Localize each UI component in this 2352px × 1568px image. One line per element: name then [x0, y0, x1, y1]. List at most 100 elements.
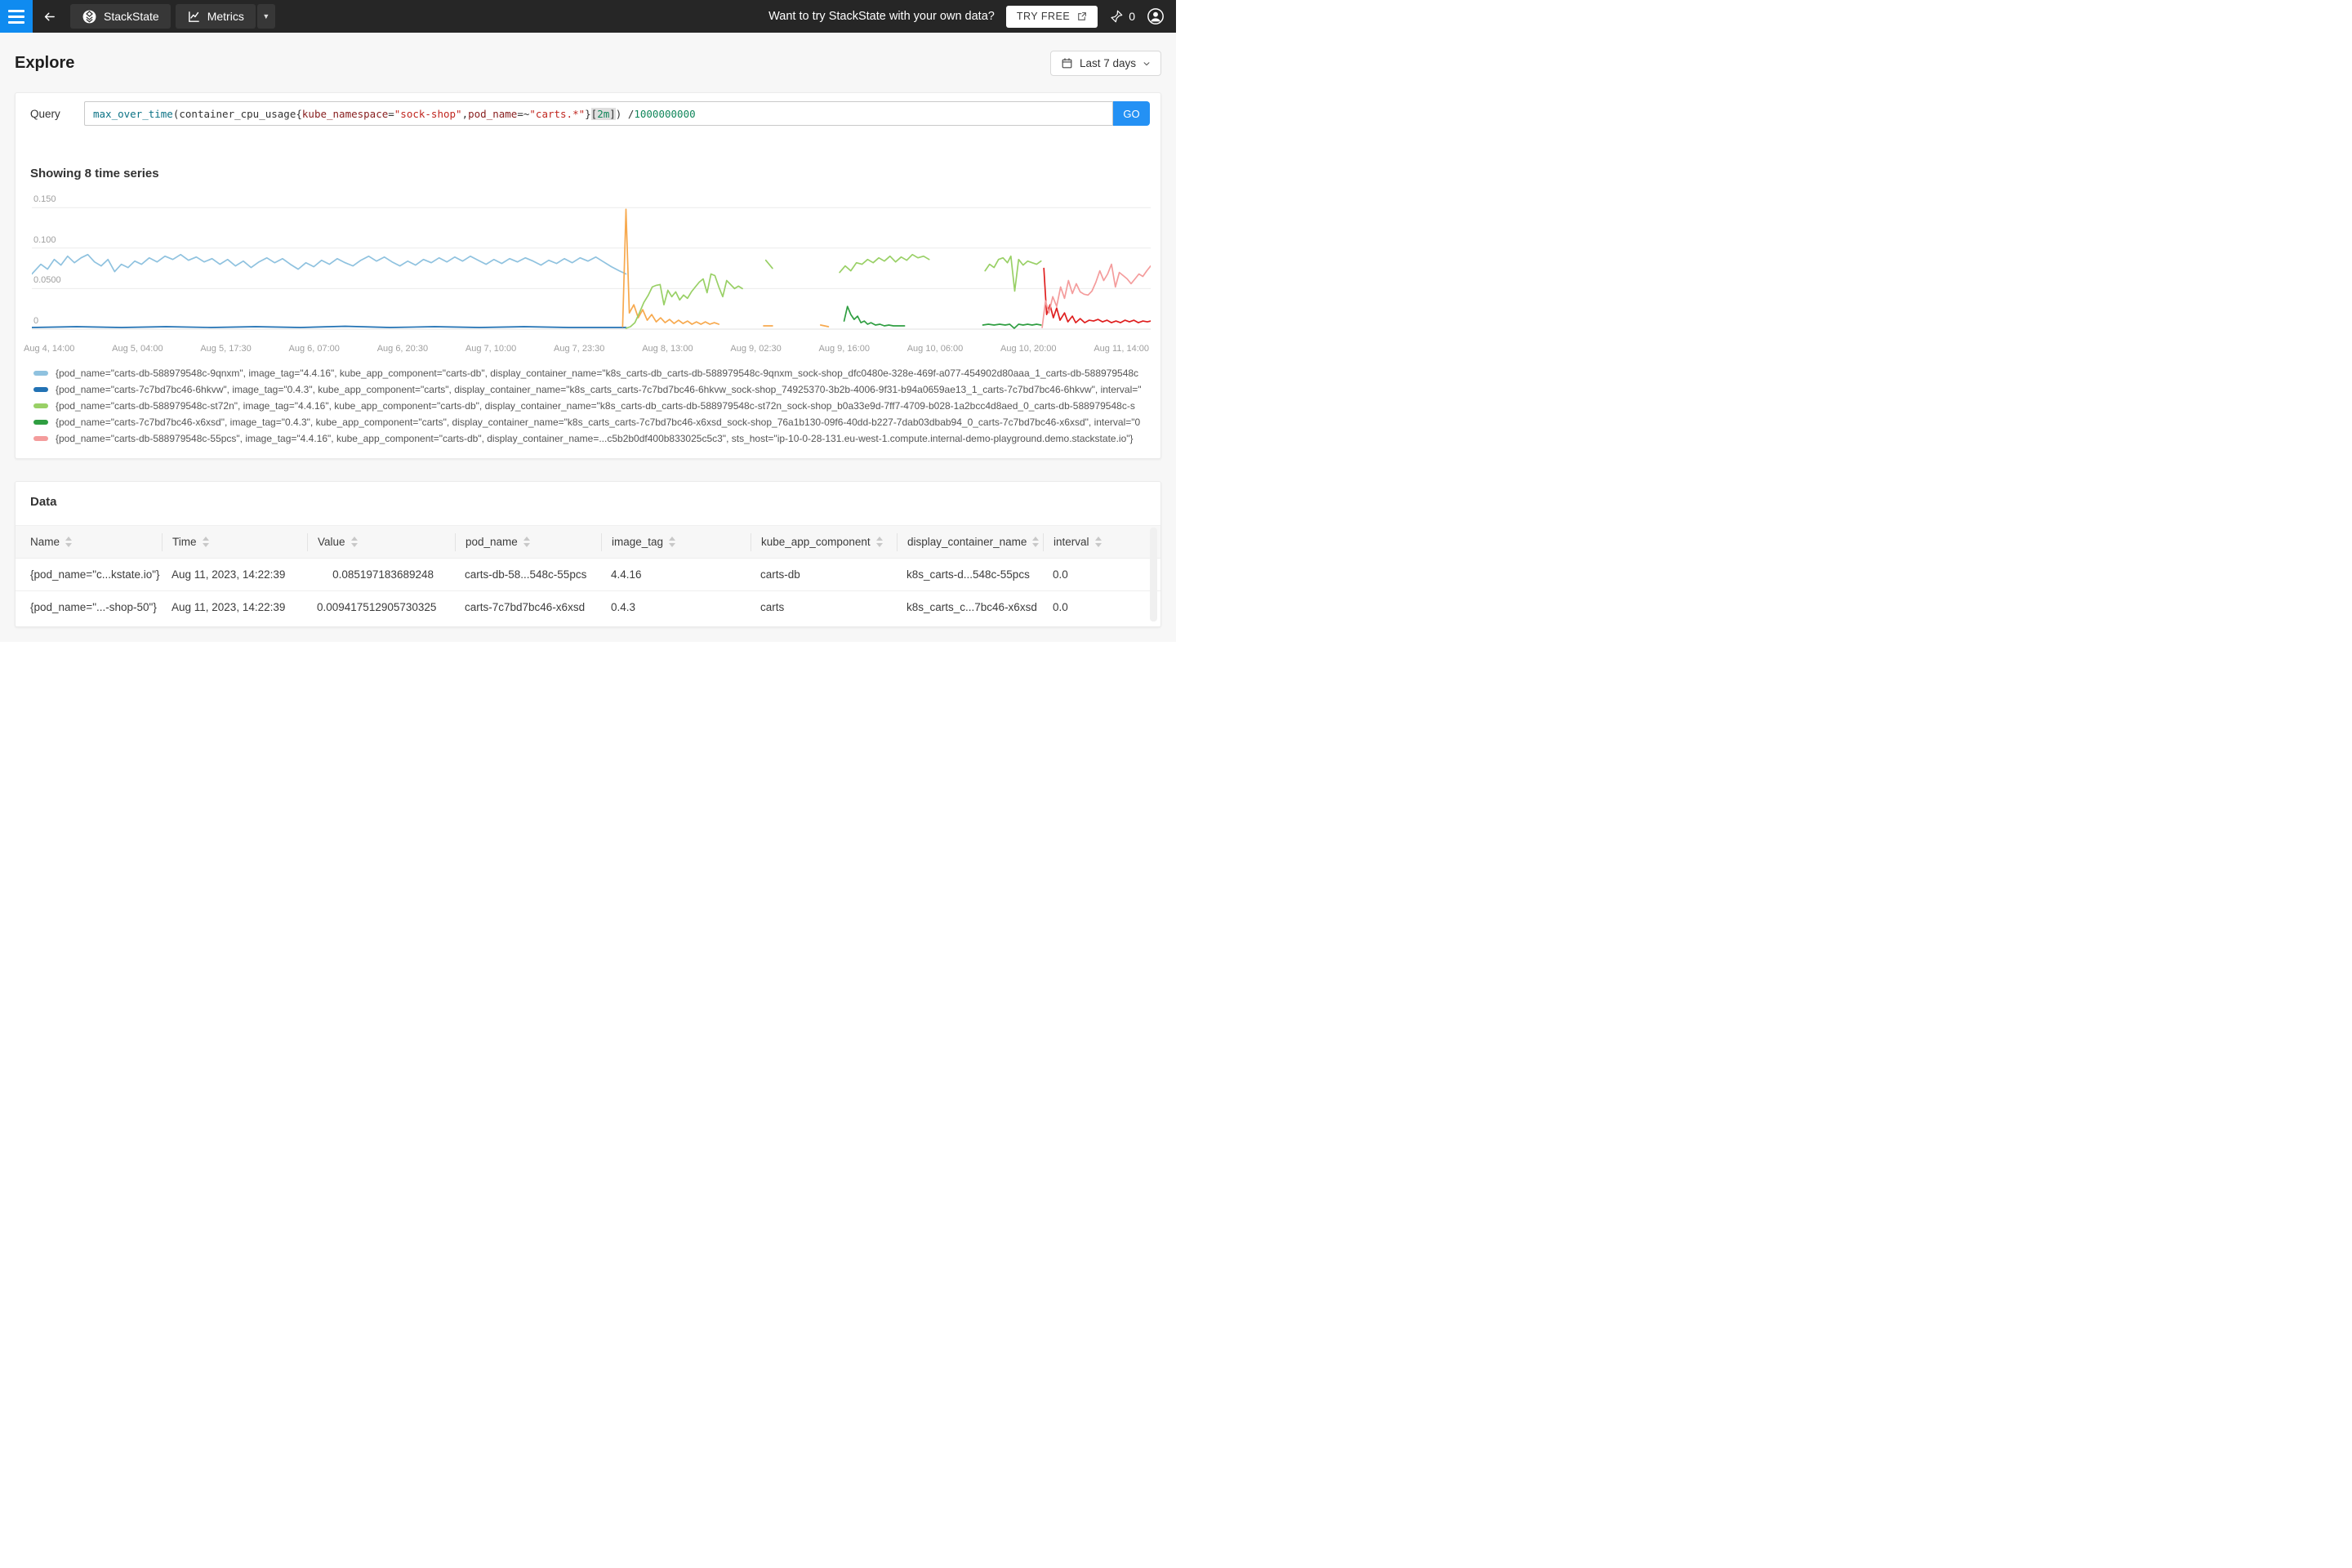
cell-value: 0.085197183689248 [332, 568, 434, 581]
series-line [31, 325, 627, 328]
table-row[interactable]: {pod_name="c...kstate.io"} Aug 11, 2023,… [16, 558, 1160, 590]
user-avatar-icon [1147, 8, 1164, 24]
x-tick-label: Aug 9, 16:00 [818, 344, 870, 354]
sort-icon [65, 537, 73, 547]
pinned-items-button[interactable]: 0 [1109, 9, 1135, 24]
content-area: Explore Last 7 days Query max_over_time(… [0, 33, 1176, 642]
column-header-value[interactable]: Value [307, 532, 455, 551]
series-line [764, 259, 773, 270]
query-token: ) / [615, 107, 635, 120]
x-tick-label: Aug 4, 14:00 [24, 344, 75, 354]
sort-icon [1032, 537, 1040, 547]
pin-count: 0 [1129, 10, 1135, 23]
column-header-time[interactable]: Time [162, 532, 307, 551]
data-table-card: Data Name Time Value pod_name image_tag [15, 481, 1161, 627]
sort-icon [350, 537, 358, 547]
query-token: "sock-shop" [394, 107, 462, 120]
tab-metrics[interactable]: Metrics [175, 4, 256, 29]
cell-interval: 0.0 [1053, 568, 1068, 581]
column-header-image-tag[interactable]: image_tag [601, 532, 751, 551]
data-heading: Data [30, 495, 57, 509]
query-input[interactable]: max_over_time (container_cpu_usage{kube_n… [84, 101, 1113, 126]
chevron-down-icon [1143, 61, 1150, 65]
time-range-selector[interactable]: Last 7 days [1049, 51, 1161, 76]
stackstate-logo-icon [82, 10, 96, 23]
x-tick-label: Aug 6, 20:30 [376, 344, 429, 354]
legend-item[interactable]: {pod_name="carts-db-588979548c-9qnxm", i… [33, 365, 1160, 381]
query-token: (container_cpu_usage{ [172, 107, 302, 120]
try-free-label: TRY FREE [1016, 11, 1071, 22]
table-row[interactable]: {pod_name="...-shop-50"} Aug 11, 2023, 1… [16, 590, 1160, 623]
query-token: , [461, 107, 469, 120]
query-label: Query [30, 107, 60, 120]
query-token: 2m [597, 107, 610, 120]
metrics-dropdown-caret[interactable]: ▼ [256, 4, 275, 29]
legend-item[interactable]: {pod_name="carts-db-588979548c-55pcs", i… [33, 430, 1160, 447]
legend-swatch [33, 436, 48, 441]
query-token: max_over_time [93, 107, 173, 120]
x-axis-ticks: Aug 4, 14:00 Aug 5, 04:00 Aug 5, 17:30 Aug … [24, 344, 1149, 354]
legend-item[interactable]: {pod_name="carts-7c7bd7bc46-6hkvw", imag… [33, 381, 1160, 398]
column-header-name[interactable]: Name [16, 533, 162, 551]
series-line [819, 324, 830, 327]
query-token: =~ [517, 107, 530, 120]
x-tick-label: Aug 6, 07:00 [288, 344, 340, 354]
x-tick-label: Aug 7, 10:00 [465, 344, 517, 354]
query-token: kube_namespace [301, 107, 389, 120]
legend-item[interactable]: {pod_name="carts-db-588979548c-st72n", i… [33, 398, 1160, 414]
legend-label: {pod_name="carts-7c7bd7bc46-x6xsd", imag… [56, 416, 1141, 428]
cell-kube-app-component: carts [760, 601, 785, 613]
app-switcher-stackstate[interactable]: StackState [70, 4, 171, 29]
series-line [843, 305, 906, 327]
cell-image-tag: 4.4.16 [611, 568, 642, 581]
cell-value: 0.009417512905730325 [317, 601, 437, 613]
pin-icon [1111, 10, 1123, 23]
try-free-button[interactable]: TRY FREE [1005, 5, 1098, 28]
x-tick-label: Aug 10, 20:00 [1000, 344, 1057, 354]
app-title: StackState [104, 10, 159, 23]
view-title: Metrics [207, 10, 244, 23]
query-token: ] [609, 107, 616, 120]
x-tick-label: Aug 8, 13:00 [642, 344, 693, 354]
cell-time: Aug 11, 2023, 14:22:39 [172, 568, 286, 581]
sort-icon [669, 537, 676, 547]
series-line [984, 255, 1042, 292]
legend-label: {pod_name="carts-db-588979548c-9qnxm", i… [56, 368, 1139, 379]
y-tick-label: 0.0500 [33, 275, 61, 286]
calendar-icon [1062, 58, 1072, 69]
column-header-pod-name[interactable]: pod_name [455, 532, 601, 551]
arrow-left-icon [44, 12, 55, 20]
back-button[interactable] [33, 0, 65, 33]
y-tick-label: 0 [33, 316, 39, 326]
metrics-chart-icon [188, 11, 199, 22]
column-header-display-container-name[interactable]: display_container_name [897, 532, 1043, 551]
cell-display-container-name: k8s_carts-d...548c-55pcs [906, 568, 1030, 581]
sort-icon [1094, 537, 1102, 547]
x-tick-label: Aug 5, 17:30 [200, 344, 252, 354]
cell-kube-app-component: carts-db [760, 568, 800, 581]
series-line [621, 208, 720, 327]
top-bar: StackState Metrics ▼ Want to try StackSt… [0, 0, 1176, 33]
sort-icon [202, 537, 209, 547]
legend-item[interactable]: {pod_name="carts-7c7bd7bc46-x6xsd", imag… [33, 414, 1160, 430]
hamburger-menu-button[interactable] [0, 0, 33, 33]
x-tick-label: Aug 5, 04:00 [112, 344, 163, 354]
column-header-kube-app-component[interactable]: kube_app_component [751, 532, 897, 551]
query-token: [ [590, 107, 598, 120]
legend-label: {pod_name="carts-7c7bd7bc46-6hkvw", imag… [56, 384, 1142, 395]
column-header-interval[interactable]: interval [1043, 532, 1160, 551]
go-button[interactable]: GO [1113, 101, 1150, 126]
cell-display-container-name: k8s_carts_c...7bc46-x6xsd [906, 601, 1037, 613]
series-line [625, 273, 743, 329]
time-series-chart [31, 207, 1152, 330]
query-token: pod_name [468, 107, 518, 120]
cell-pod-name: carts-db-58...548c-55pcs [465, 568, 587, 581]
cell-name: {pod_name="...-shop-50"} [30, 601, 157, 613]
series-line [839, 253, 930, 274]
x-tick-label: Aug 10, 06:00 [906, 344, 964, 354]
chart-area: 0.150 0.100 0.0500 0 [31, 194, 1152, 339]
table-scrollbar[interactable] [1150, 528, 1157, 621]
cell-image-tag: 0.4.3 [611, 601, 636, 613]
avatar[interactable] [1147, 7, 1165, 25]
page-title: Explore [15, 54, 75, 72]
